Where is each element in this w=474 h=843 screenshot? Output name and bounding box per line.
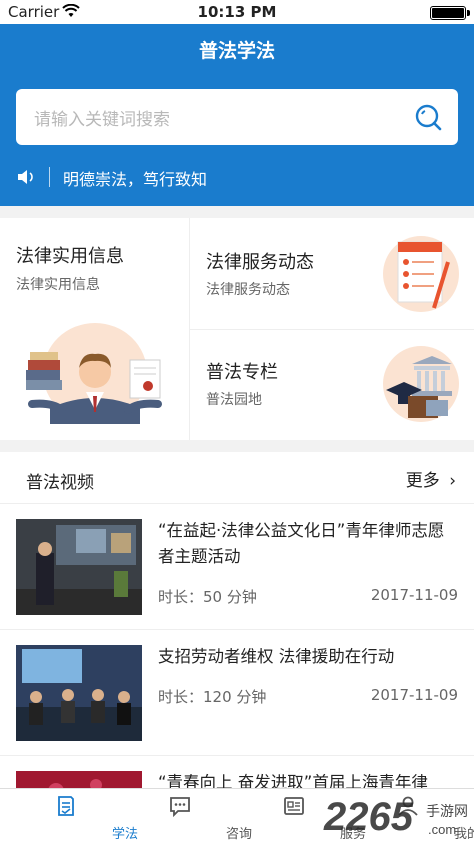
video-duration: 时长：50 分钟 bbox=[158, 588, 257, 606]
video-title: “青春向上 奋发进取”首届上海青年律 bbox=[158, 773, 428, 788]
video-date: 2017-11-09 bbox=[370, 686, 458, 704]
video-item[interactable]: 支招劳动者维权 法律援助在行动 时长：120 分钟 2017-11-09 bbox=[0, 630, 474, 756]
video-item[interactable]: “青春向上 奋发进取”首届上海青年律 bbox=[0, 756, 474, 788]
speaker-icon bbox=[18, 170, 33, 184]
more-link[interactable]: 更多 › bbox=[406, 466, 456, 491]
checklist-icon bbox=[383, 236, 459, 312]
chevron-right-icon: › bbox=[449, 471, 456, 491]
feature-grid: 法律实用信息 法律实用信息 法律服务动态 法律服务动态 普法专栏 普法园地 bbox=[0, 218, 474, 440]
watermark-logo: 2265 手游网 .com bbox=[323, 795, 468, 839]
legal-services-card[interactable]: 法律服务动态 法律服务动态 bbox=[190, 218, 474, 329]
tab-consult[interactable]: 咨询 bbox=[121, 789, 252, 843]
video-item[interactable]: “在益起·法律公益文化日”青年律师志愿者主题活动 时长：50 分钟 2017-1… bbox=[0, 504, 474, 630]
video-section-header: 普法视频 更多 › bbox=[0, 452, 474, 504]
header: 普法学法 请输入关键词搜索 明德崇法，笃行致知 bbox=[0, 24, 474, 206]
lawyer-illustration-icon bbox=[26, 323, 162, 424]
service-icon bbox=[284, 797, 304, 815]
video-list: “在益起·法律公益文化日”青年律师志愿者主题活动 时长：50 分钟 2017-1… bbox=[0, 504, 474, 788]
svg-text:手游网: 手游网 bbox=[426, 804, 468, 820]
notice-text: 明德崇法，笃行致知 bbox=[63, 170, 208, 189]
page-title: 普法学法 bbox=[198, 40, 275, 62]
courthouse-icon bbox=[383, 346, 459, 422]
more-label: 更多 bbox=[405, 471, 440, 491]
section-title: 普法视频 bbox=[26, 473, 94, 493]
legal-services-subtitle: 法律服务动态 bbox=[206, 282, 290, 298]
search-icon[interactable] bbox=[414, 103, 442, 131]
column-title: 普法专栏 bbox=[206, 362, 278, 383]
video-thumbnail bbox=[16, 771, 142, 788]
legal-info-subtitle: 法律实用信息 bbox=[16, 277, 100, 293]
video-duration: 时长：120 分钟 bbox=[158, 688, 267, 706]
column-card[interactable]: 普法专栏 普法园地 bbox=[190, 330, 474, 440]
legal-info-title: 法律实用信息 bbox=[16, 246, 124, 267]
video-date: 2017-11-09 bbox=[370, 586, 458, 604]
svg-text:2265: 2265 bbox=[323, 795, 414, 839]
chat-icon bbox=[170, 797, 190, 818]
svg-text:.com: .com bbox=[428, 822, 456, 837]
video-title: 支招劳动者维权 法律援助在行动 bbox=[158, 647, 395, 666]
video-title: “在益起·法律公益文化日”青年律师志愿者主题活动 bbox=[158, 521, 445, 566]
video-thumbnail bbox=[16, 519, 142, 615]
legal-services-title: 法律服务动态 bbox=[206, 252, 314, 273]
legal-info-card[interactable]: 法律实用信息 法律实用信息 bbox=[0, 218, 189, 440]
book-icon bbox=[58, 796, 74, 816]
status-time: 10:13 PM bbox=[197, 3, 277, 21]
video-thumbnail bbox=[16, 645, 142, 741]
search-input[interactable]: 请输入关键词搜索 bbox=[16, 89, 458, 145]
search-placeholder: 请输入关键词搜索 bbox=[34, 110, 170, 130]
status-bar: Carrier 10:13 PM bbox=[0, 0, 474, 24]
divider bbox=[49, 167, 50, 187]
tab-study[interactable]: 学法 bbox=[7, 789, 138, 843]
column-subtitle: 普法园地 bbox=[206, 392, 262, 408]
battery-icon bbox=[430, 6, 470, 20]
